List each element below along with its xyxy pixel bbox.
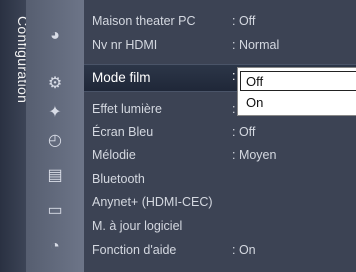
category-icon-column: ◕ ⚙ ✦ ◴ ▤ ▭ ◔ [26,0,84,272]
menu-item-value: : On [232,243,256,257]
sound-icon[interactable]: ◔ [26,237,84,257]
menu-item-anynet-hdmi-cec[interactable]: Anynet+ (HDMI-CEC) [84,191,356,215]
dropdown-option-label: On [246,95,264,110]
menu-item-value: : Off [232,14,256,28]
sidebar: Configuration [0,0,31,272]
menu-item-label: Bluetooth [92,172,145,186]
menu-item-melodie[interactable]: Mélodie : Moyen [84,144,356,168]
menu-item-value: : Moyen [232,148,277,162]
configuration-menu: Maison theater PC : Off Nv nr HDMI : Nor… [84,0,356,272]
menu-item-label: Maison theater PC [92,14,196,28]
menu-item-label: Nv nr HDMI [92,38,158,52]
satellite-dish-icon[interactable]: ◕ [26,26,84,46]
input-icon[interactable]: ▤ [26,166,84,186]
picture-icon[interactable]: ▭ [26,201,84,221]
menu-item-value: : Off [232,125,256,139]
clock-icon[interactable]: ◴ [26,131,84,151]
menu-item-label: Anynet+ (HDMI-CEC) [92,195,213,209]
star-icon[interactable]: ✦ [26,103,84,123]
menu-item-nv-nr-hdmi[interactable]: Nv nr HDMI : Normal [84,34,356,58]
menu-item-label: Écran Bleu [92,125,154,139]
menu-item-label: Fonction d'aide [92,243,177,257]
menu-item-maison-theater-pc[interactable]: Maison theater PC : Off [84,10,356,34]
menu-item-value: : [232,69,236,83]
dropdown-option-label: Off [246,74,264,89]
menu-item-value: : Normal [232,38,280,52]
gear-icon[interactable]: ⚙ [26,74,84,94]
mode-film-dropdown[interactable]: Off On [237,67,356,116]
menu-item-label: M. à jour logiciel [92,219,183,233]
dropdown-option-off[interactable]: Off [240,71,356,91]
dropdown-option-on[interactable]: On [240,92,356,112]
menu-item-value: : [232,102,236,116]
menu-item-fonction-aide[interactable]: Fonction d'aide : On [84,239,356,263]
menu-item-label: Mode film [92,70,151,85]
menu-item-ecran-bleu[interactable]: Écran Bleu : Off [84,121,356,145]
menu-item-label: Effet lumière [92,102,162,116]
menu-item-bluetooth[interactable]: Bluetooth [84,168,356,192]
menu-item-mise-a-jour-logiciel[interactable]: M. à jour logiciel [84,215,356,239]
menu-item-label: Mélodie [92,148,136,162]
